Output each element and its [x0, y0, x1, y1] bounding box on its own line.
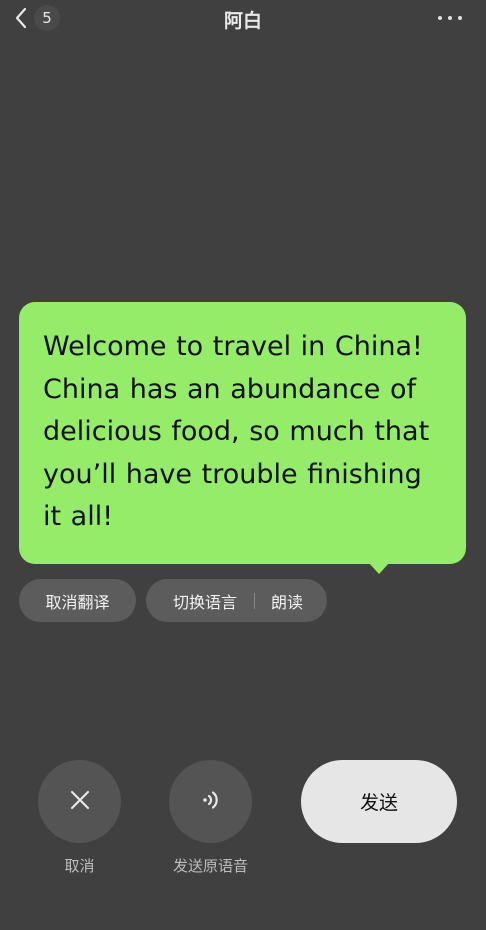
translated-message-bubble: Welcome to travel in China! China has an… [19, 302, 466, 564]
send-original-voice-button[interactable] [169, 760, 252, 843]
more-horizontal-icon[interactable] [438, 16, 462, 20]
bubble-tail [368, 562, 390, 574]
close-icon [69, 789, 91, 815]
send-original-voice-label: 发送原语音 [172, 857, 248, 875]
translate-options-group: 切换语言 朗读 [146, 579, 327, 622]
cancel-label: 取消 [64, 857, 95, 875]
top-bar: 5 阿白 [0, 0, 486, 40]
send-button[interactable]: 发送 [301, 760, 457, 843]
sound-wave-icon [199, 788, 223, 816]
read-aloud-button[interactable]: 朗读 [255, 589, 325, 613]
cancel-translate-button[interactable]: 取消翻译 [19, 579, 136, 622]
chat-title: 阿白 [223, 10, 262, 32]
switch-language-button[interactable]: 切换语言 [148, 589, 254, 613]
translated-message-text: Welcome to travel in China! China has an… [43, 331, 430, 532]
cancel-button[interactable] [38, 760, 121, 843]
